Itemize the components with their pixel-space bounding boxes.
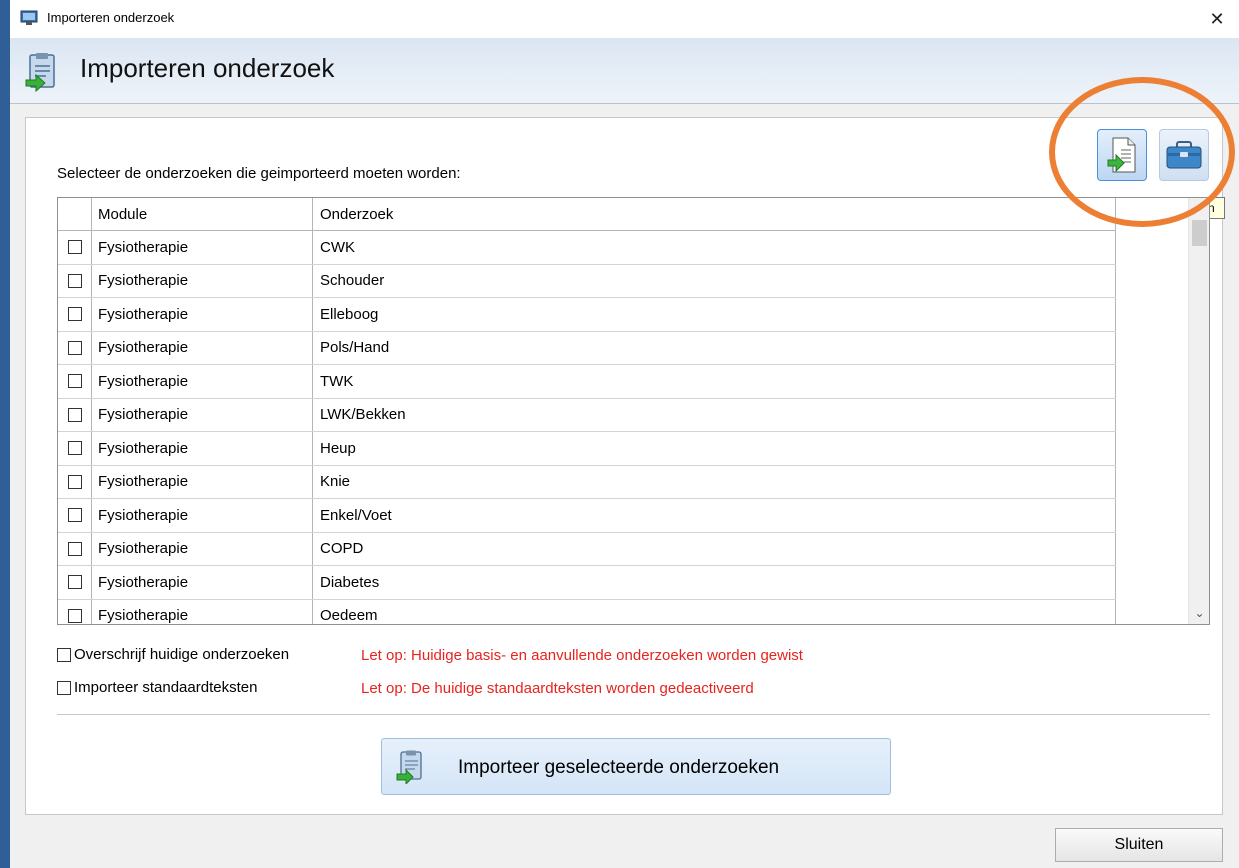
import-document-icon [396,750,422,784]
page-title: Importeren onderzoek [80,53,335,83]
row-checkbox[interactable] [67,541,82,556]
investigations-table: Module Onderzoek Fysiotherapie CWK Fysioth… [57,197,1210,625]
row-checkbox-cell[interactable] [58,365,92,398]
module-cell: Fysiotherapie [92,566,313,599]
toolbox-import-button[interactable] [1159,129,1209,181]
divider [57,714,1210,715]
module-cell: Fysiotherapie [92,599,313,624]
onderzoek-cell: Diabetes [313,566,1116,599]
onderzoek-cell: CWK [313,231,1116,264]
import-file-icon [1107,137,1136,173]
column-header-onderzoek[interactable]: Onderzoek [313,198,1116,230]
row-checkbox[interactable] [67,575,82,590]
onderzoek-cell: COPD [313,532,1116,565]
row-checkbox[interactable] [67,273,82,288]
dialog-header: Importeren onderzoek [10,38,1239,104]
table-row[interactable]: Fysiotherapie Heup [58,432,1116,466]
row-checkbox-cell[interactable] [58,566,92,599]
table-body: Module Onderzoek Fysiotherapie CWK Fysioth… [58,198,1116,624]
onderzoek-cell: LWK/Bekken [313,398,1116,431]
scrollbar-thumb[interactable] [1192,220,1207,246]
module-cell: Fysiotherapie [92,465,313,498]
table-row[interactable]: Fysiotherapie Knie [58,465,1116,499]
content-panel: Importeren van Selecteer de onderzoeken … [25,77,1235,815]
module-cell: Fysiotherapie [92,365,313,398]
standard-texts-warning: Let op: De huidige standaardteksten word… [361,680,754,697]
toolbox-icon [1166,141,1202,169]
module-cell: Fysiotherapie [92,532,313,565]
onderzoek-cell: Enkel/Voet [313,499,1116,532]
row-checkbox[interactable] [67,240,82,255]
import-dialog: Importeren onderzoek ✕ Importeren onderz… [10,0,1239,868]
scroll-down-arrow-icon[interactable]: ⌄ [1189,606,1209,620]
window-close-button[interactable]: ✕ [1203,6,1231,32]
row-checkbox-cell[interactable] [58,599,92,624]
table-row[interactable]: Fysiotherapie TWK [58,365,1116,399]
onderzoek-cell: Heup [313,432,1116,465]
module-cell: Fysiotherapie [92,331,313,364]
close-icon: ✕ [1209,9,1225,29]
row-checkbox[interactable] [67,508,82,523]
table-row[interactable]: Fysiotherapie Oedeem [58,599,1116,624]
row-checkbox-cell[interactable] [58,264,92,297]
table-row[interactable]: Fysiotherapie COPD [58,532,1116,566]
row-checkbox-cell[interactable] [58,465,92,498]
instruction-text: Selecteer de onderzoeken die geimporteer… [57,165,461,182]
module-cell: Fysiotherapie [92,499,313,532]
row-checkbox[interactable] [67,407,82,422]
window-title: Importeren onderzoek [47,10,175,25]
import-document-icon [25,53,55,92]
table-row[interactable]: Fysiotherapie Enkel/Voet [58,499,1116,533]
table-row[interactable]: Fysiotherapie Elleboog [58,298,1116,332]
column-header-module[interactable]: Module [92,198,313,230]
table-header: Module Onderzoek [58,198,1116,231]
row-checkbox-cell[interactable] [58,432,92,465]
app-window-icon [20,10,38,25]
overwrite-checkbox[interactable] [57,647,71,662]
header-checkbox-cell [58,198,92,230]
standard-texts-option[interactable]: Importeer standaardteksten [57,679,257,696]
onderzoek-cell: TWK [313,365,1116,398]
onderzoek-cell: Schouder [313,264,1116,297]
module-cell: Fysiotherapie [92,432,313,465]
table-rows: Fysiotherapie CWK Fysiotherapie Schouder Fys… [58,231,1116,624]
row-checkbox[interactable] [67,608,82,623]
table-row[interactable]: Fysiotherapie Diabetes [58,566,1116,600]
onderzoek-cell: Elleboog [313,298,1116,331]
onderzoek-cell: Knie [313,465,1116,498]
close-button[interactable]: Sluiten [1055,828,1223,862]
module-cell: Fysiotherapie [92,298,313,331]
row-checkbox[interactable] [67,441,82,456]
row-checkbox[interactable] [67,374,82,389]
row-checkbox-cell[interactable] [58,532,92,565]
overwrite-warning: Let op: Huidige basis- en aanvullende on… [361,647,803,664]
desktop-background-strip [0,0,10,868]
import-from-file-button[interactable] [1097,129,1147,181]
import-selected-button[interactable]: Importeer geselecteerde onderzoeken [381,738,891,795]
row-checkbox-cell[interactable] [58,499,92,532]
overwrite-label: Overschrijf huidige onderzoeken [74,646,290,663]
table-row[interactable]: Fysiotherapie LWK/Bekken [58,398,1116,432]
standard-texts-label: Importeer standaardteksten [74,679,258,696]
table-row[interactable]: Fysiotherapie Pols/Hand [58,331,1116,365]
row-checkbox-cell[interactable] [58,231,92,264]
row-checkbox[interactable] [67,340,82,355]
module-cell: Fysiotherapie [92,398,313,431]
module-cell: Fysiotherapie [92,231,313,264]
table-row[interactable]: Fysiotherapie Schouder [58,264,1116,298]
vertical-scrollbar[interactable]: ⌄ [1188,198,1209,624]
row-checkbox[interactable] [67,307,82,322]
title-bar: Importeren onderzoek ✕ [10,0,1239,38]
overwrite-option[interactable]: Overschrijf huidige onderzoeken [57,646,289,663]
import-selected-label: Importeer geselecteerde onderzoeken [458,757,780,778]
table-row[interactable]: Fysiotherapie CWK [58,231,1116,265]
onderzoek-cell: Pols/Hand [313,331,1116,364]
row-checkbox-cell[interactable] [58,398,92,431]
onderzoek-cell: Oedeem [313,599,1116,624]
row-checkbox-cell[interactable] [58,298,92,331]
row-checkbox[interactable] [67,474,82,489]
row-checkbox-cell[interactable] [58,331,92,364]
standard-texts-checkbox[interactable] [57,680,71,695]
module-cell: Fysiotherapie [92,264,313,297]
